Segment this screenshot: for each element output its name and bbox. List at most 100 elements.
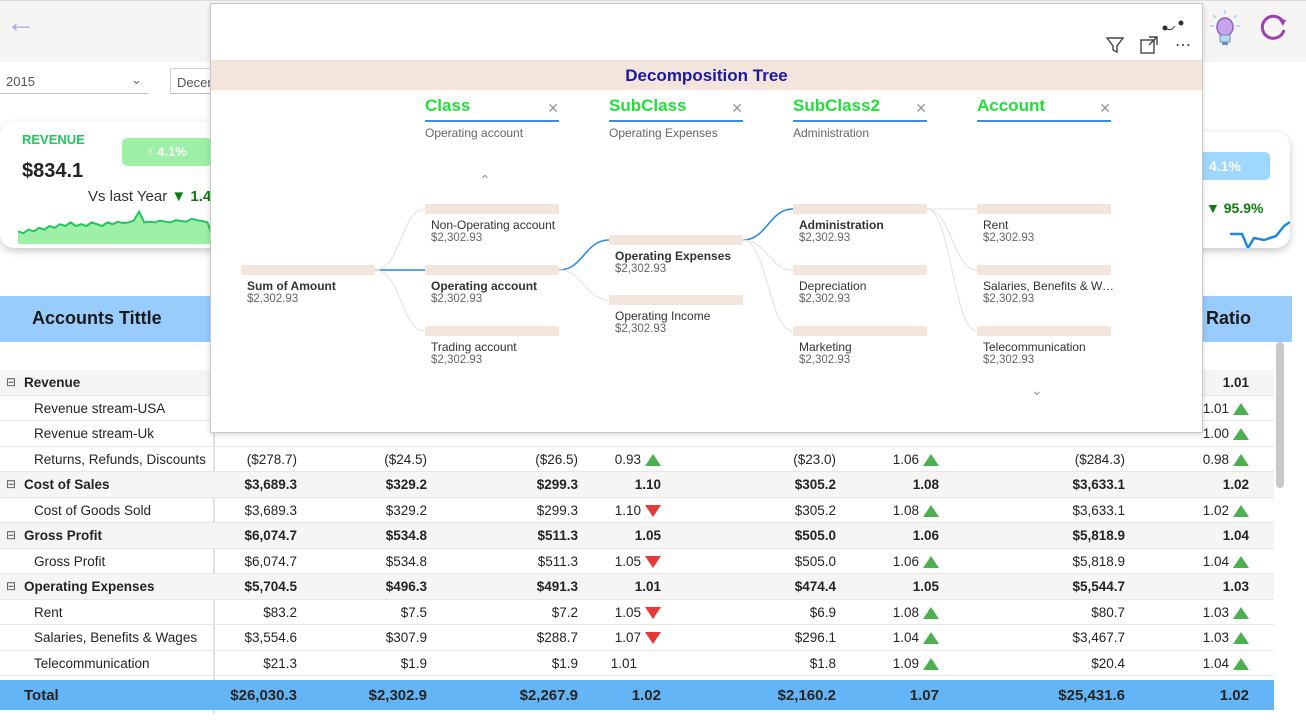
matrix-row[interactable]: Rent $83.2 $7.5 $7.2 1.05 $6.9 1.08 $80.7 1.03 bbox=[0, 600, 1274, 625]
year-slicer[interactable]: 2015 ⌄ bbox=[0, 68, 148, 94]
refresh-icon[interactable] bbox=[1256, 10, 1290, 44]
ratio-column-header[interactable]: Ratio bbox=[1206, 308, 1251, 329]
close-icon[interactable]: ✕ bbox=[731, 100, 743, 117]
matrix-row[interactable]: Cost of Goods Sold $3,689.3 $329.2 $299.3 1.… bbox=[0, 498, 1274, 523]
level-selection: Operating Expenses bbox=[609, 126, 718, 140]
matrix-row[interactable]: Returns, Refunds, Discounts ($278.7) ($24.… bbox=[0, 447, 1274, 472]
tree-node-root[interactable]: Sum of Amount $2,302.93 bbox=[241, 265, 375, 305]
lightbulb-icon[interactable] bbox=[1208, 8, 1242, 48]
matrix-row[interactable]: Telecommunication $21.3 $1.9 $1.9 1.01 $1.8 1.… bbox=[0, 651, 1274, 676]
tree-node[interactable]: Rent $2,302.93 bbox=[977, 204, 1111, 244]
tree-node[interactable]: Marketing $2,302.93 bbox=[793, 326, 927, 366]
node-value: $2,302.93 bbox=[799, 293, 851, 305]
node-bar bbox=[609, 235, 743, 245]
cell-text: $5,818.9 bbox=[1072, 553, 1125, 569]
total-value: 1.07 bbox=[909, 687, 939, 704]
level-name: SubClass bbox=[609, 96, 687, 115]
cell-value: $5,544.7 bbox=[1072, 579, 1125, 594]
tree-node[interactable]: Administration $2,302.93 bbox=[793, 204, 927, 244]
node-label: Trading account bbox=[431, 340, 517, 354]
tree-node[interactable]: Non-Operating account $2,302.93 bbox=[425, 204, 559, 244]
level-header-account[interactable]: Account ✕ bbox=[977, 96, 1111, 122]
node-bar bbox=[425, 326, 559, 336]
cell-text: 0.98 bbox=[1202, 451, 1229, 467]
tree-node[interactable]: Operating Expenses $2,302.93 bbox=[609, 235, 743, 275]
matrix-group-row[interactable]: ⊟ Operating Expenses $5,704.5 $496.3 $491.3 1… bbox=[0, 574, 1274, 600]
close-icon[interactable]: ✕ bbox=[547, 100, 559, 117]
back-arrow-icon[interactable]: ← bbox=[6, 8, 38, 40]
cell-text: $496.3 bbox=[385, 579, 427, 594]
cell-value: ($278.7) bbox=[247, 452, 297, 467]
cell-text: 1.06 bbox=[892, 451, 919, 467]
row-label: Revenue bbox=[24, 375, 81, 390]
level-header-subclass2[interactable]: SubClass2 ✕ bbox=[793, 96, 927, 122]
cell-value: $83.2 bbox=[263, 605, 297, 620]
row-label: Rent bbox=[34, 604, 63, 620]
cell-text: $534.8 bbox=[385, 528, 427, 543]
tree-node[interactable]: Operating Income $2,302.93 bbox=[609, 295, 743, 335]
node-label: Operating Expenses bbox=[615, 249, 732, 263]
cell-text: 1.06 bbox=[912, 528, 939, 543]
cell-value: $505.0 bbox=[795, 554, 836, 569]
cell-value: $307.9 bbox=[386, 630, 427, 645]
cell-value: $534.8 bbox=[386, 554, 427, 569]
cell-text: 1.02 bbox=[1222, 477, 1249, 492]
level-header-class[interactable]: Class ✕ bbox=[425, 96, 559, 122]
chevron-down-icon[interactable]: ⌄ bbox=[1031, 382, 1043, 399]
matrix-row[interactable]: Salaries, Benefits & Wages $3,554.6 $307.9… bbox=[0, 625, 1274, 651]
cell-value: $1.8 bbox=[810, 656, 836, 671]
cell-value: ($23.0) bbox=[793, 452, 836, 467]
cell-text: 1.08 bbox=[892, 604, 919, 620]
cell-value: 1.08 bbox=[893, 503, 939, 518]
collapse-icon[interactable]: ⊟ bbox=[6, 375, 16, 389]
down-triangle-icon: ▼ bbox=[171, 188, 187, 205]
chevron-up-icon[interactable]: ⌃ bbox=[479, 172, 491, 189]
close-icon[interactable]: ✕ bbox=[1099, 100, 1111, 117]
cell-value: 1.00 bbox=[1203, 426, 1249, 441]
decomposition-tree-visual[interactable]: ⋯ Decomposition Tree Class ✕ Operating a… bbox=[210, 3, 1203, 433]
close-icon[interactable]: ✕ bbox=[915, 100, 927, 117]
level-header-subclass[interactable]: SubClass ✕ bbox=[609, 96, 743, 122]
collapse-icon[interactable]: ⊟ bbox=[6, 528, 16, 542]
node-label: Operating Income bbox=[615, 309, 711, 323]
cell-text: $288.7 bbox=[536, 630, 578, 645]
collapse-icon[interactable]: ⊟ bbox=[6, 477, 16, 491]
cell-value: $474.4 bbox=[795, 579, 836, 594]
revenue-kpi-card[interactable]: REVENUE $834.1 ↑ 4.1% Vs last Year ▼ 1.4 bbox=[0, 122, 240, 248]
cell-text: $305.2 bbox=[794, 502, 836, 518]
revenue-change-badge: ↑ 4.1% bbox=[122, 138, 212, 166]
matrix-group-row[interactable]: ⊟ Cost of Sales $3,689.3 $329.2 $299.3 1.10 $3… bbox=[0, 472, 1274, 498]
chevron-down-icon[interactable]: ⌄ bbox=[131, 72, 142, 88]
node-bar bbox=[425, 204, 559, 214]
cell-text: 1.05 bbox=[614, 604, 641, 620]
cell-value: $3,467.7 bbox=[1072, 630, 1125, 645]
cell-value: 0.98 bbox=[1203, 452, 1249, 467]
tree-node[interactable]: Depreciation $2,302.93 bbox=[793, 265, 927, 305]
cell-text: 1.10 bbox=[614, 502, 641, 518]
revenue-label: REVENUE bbox=[22, 132, 85, 147]
matrix-row[interactable]: Gross Profit $6,074.7 $534.8 $511.3 1.05 $505… bbox=[0, 549, 1274, 574]
tree-node[interactable]: Salaries, Benefits & Wa... $2,302.93 bbox=[977, 265, 1117, 305]
cell-value: 1.05 bbox=[615, 554, 661, 569]
cell-value: 1.04 bbox=[893, 630, 939, 645]
tree-node[interactable]: Trading account $2,302.93 bbox=[425, 326, 559, 366]
node-bar bbox=[977, 265, 1111, 275]
tree-node[interactable]: Telecommunication $2,302.93 bbox=[977, 326, 1111, 366]
cell-text: $6,074.7 bbox=[244, 553, 297, 569]
revenue-vs-last-year: Vs last Year ▼ 1.4 bbox=[88, 188, 211, 205]
node-bar bbox=[793, 265, 927, 275]
cell-text: $3,689.3 bbox=[244, 502, 297, 518]
row-label: Salaries, Benefits & Wages bbox=[34, 630, 198, 645]
total-value: $26,030.3 bbox=[230, 687, 297, 704]
node-label: Rent bbox=[983, 218, 1009, 232]
cell-text: 1.08 bbox=[912, 477, 939, 492]
matrix-group-row[interactable]: ⊟ Gross Profit $6,074.7 $534.8 $511.3 1.05 $50… bbox=[0, 523, 1274, 549]
matrix-scrollbar[interactable] bbox=[1276, 342, 1284, 488]
cell-text: $20.4 bbox=[1091, 655, 1125, 671]
node-value: $2,302.93 bbox=[247, 293, 299, 305]
collapse-icon[interactable]: ⊟ bbox=[6, 579, 16, 593]
cell-text: $329.2 bbox=[385, 502, 427, 518]
tree-node[interactable]: Operating account $2,302.93 bbox=[425, 265, 559, 305]
cell-value: 1.03 bbox=[1223, 579, 1249, 594]
cell-text: $3,467.7 bbox=[1072, 630, 1125, 645]
